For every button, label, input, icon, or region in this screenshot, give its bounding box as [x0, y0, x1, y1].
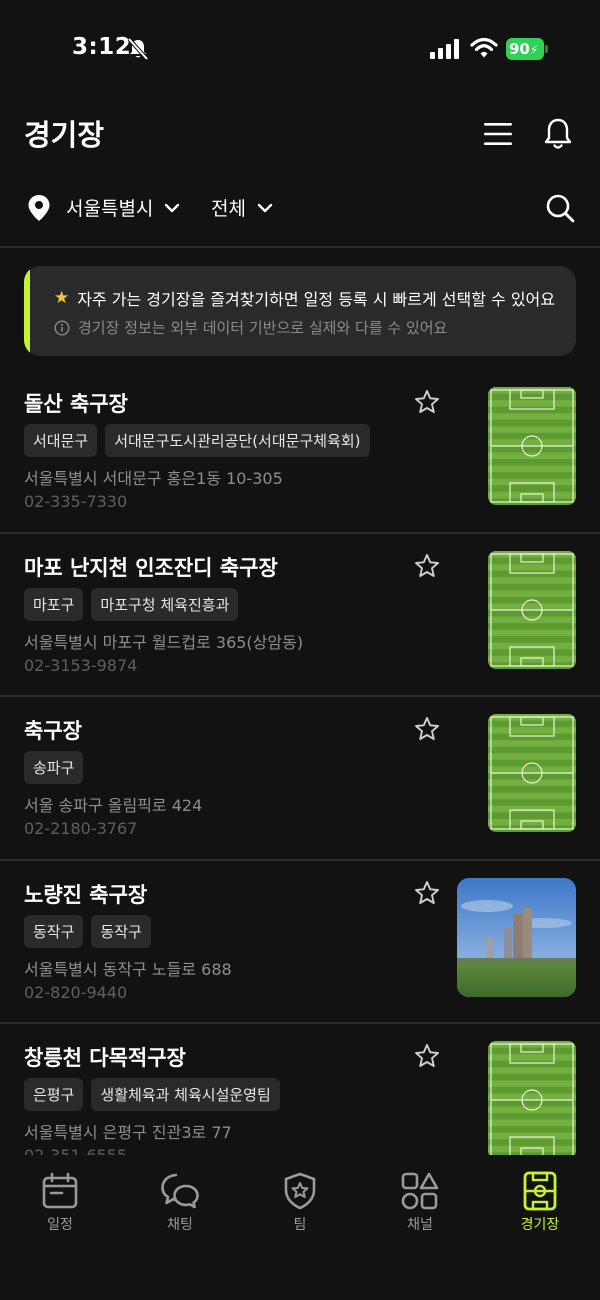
venue-tags: 송파구 — [24, 751, 84, 784]
venue-phone: 02-820-9440 — [24, 982, 128, 1002]
venue-tags: 서대문구 서대문구도시관리공단(서대문구체육회) — [24, 424, 370, 457]
nav-label: 일정 — [47, 1217, 73, 1233]
favorite-star-icon[interactable] — [414, 389, 440, 415]
chevron-down-icon — [165, 203, 180, 212]
venue-card[interactable]: 축구장 송파구 서울 송파구 올림픽로 424 02-2180-3767 — [0, 697, 600, 861]
venue-phone: 02-3153-9874 — [24, 655, 138, 675]
chevron-down-icon — [257, 203, 273, 212]
venue-card[interactable]: 마포 난지천 인조잔디 축구장 마포구 마포구청 체육진흥과 서울특별시 마포구 … — [0, 534, 600, 697]
bell-off-icon — [128, 38, 148, 60]
venue-phone: 02-2180-3767 — [24, 819, 138, 838]
menu-icon[interactable] — [482, 120, 514, 148]
battery-level: 90 — [509, 40, 530, 58]
tip-disclaimer: 경기장 정보는 외부 데이터 기반으로 실제와 다를 수 있어요 — [78, 319, 448, 337]
field-diagram-image — [488, 714, 576, 832]
district-dropdown[interactable]: 전체 — [211, 194, 274, 221]
nav-label: 채팅 — [167, 1217, 193, 1233]
district-label: 전체 — [211, 198, 246, 220]
search-icon[interactable] — [544, 192, 576, 224]
nav-item-team[interactable]: 팀 — [240, 1171, 360, 1234]
venue-name: 돌산 축구장 — [24, 392, 128, 416]
venue-card[interactable]: 돌산 축구장 서대문구 서대문구도시관리공단(서대문구체육회) 서울특별시 서대문… — [0, 370, 600, 534]
venue-address: 서울특별시 동작구 노들로 688 — [24, 959, 232, 979]
venue-tag: 송파구 — [24, 751, 84, 784]
region-dropdown[interactable]: 서울특별시 — [66, 194, 181, 221]
status-time: 3:12 — [72, 34, 132, 60]
venue-card[interactable]: 노량진 축구장 동작구 동작구 서울특별시 동작구 노들로 688 02-820-… — [0, 861, 600, 1024]
nav-item-schedule[interactable]: 일정 — [0, 1171, 120, 1234]
nav-item-stadium[interactable]: 경기장 — [480, 1171, 600, 1234]
battery-icon: 90⚡ — [506, 38, 548, 60]
venue-tag: 서대문구 — [24, 424, 98, 457]
filter-row: 서울특별시 전체 — [0, 188, 600, 228]
venue-tag: 동작구 — [91, 914, 151, 948]
team-badge-icon — [284, 1172, 316, 1210]
venue-name: 마포 난지천 인조잔디 축구장 — [24, 555, 278, 580]
venue-tag: 동작구 — [24, 914, 84, 948]
field-diagram-image — [488, 1041, 576, 1155]
venue-tags: 은평구 생활체육과 체육시설운영팀 — [24, 1078, 280, 1111]
tip-text: 자주 가는 경기장을 즐겨찾기하면 일정 등록 시 빠르게 선택할 수 있어요 — [77, 290, 555, 309]
venue-tag: 마포구청 체육진흥과 — [91, 587, 239, 621]
favorite-star-icon[interactable] — [414, 1043, 440, 1069]
info-icon — [54, 319, 70, 336]
header-divider — [0, 246, 600, 248]
venue-phone: 02-335-7330 — [24, 492, 128, 511]
venue-name: 노량진 축구장 — [24, 882, 148, 907]
signal-icon — [430, 39, 459, 59]
nav-label: 팀 — [293, 1217, 307, 1233]
nav-label: 채널 — [407, 1217, 433, 1233]
favorite-star-icon[interactable] — [414, 716, 440, 742]
tip-accent-bar — [24, 266, 30, 356]
star-emoji-icon: ★ — [54, 288, 70, 308]
venue-tag: 생활체육과 체육시설운영팀 — [91, 1078, 280, 1111]
favorite-star-icon[interactable] — [414, 880, 440, 906]
venue-address: 서울특별시 서대문구 홍은1동 10-305 — [24, 469, 283, 488]
nav-item-chat[interactable]: 채팅 — [120, 1171, 240, 1234]
chat-icon — [161, 1173, 199, 1209]
venue-address: 서울 송파구 올림픽로 424 — [24, 796, 203, 815]
venue-tag: 마포구 — [24, 587, 84, 621]
favorite-tip-banner: ★ 자주 가는 경기장을 즐겨찾기하면 일정 등록 시 빠르게 선택할 수 있어… — [24, 266, 576, 356]
nav-item-channel[interactable]: 채널 — [360, 1171, 480, 1234]
venue-address: 서울특별시 은평구 진관3로 77 — [24, 1123, 232, 1142]
venue-tags: 마포구 마포구청 체육진흥과 — [24, 587, 239, 621]
nav-label: 경기장 — [520, 1217, 560, 1233]
bottom-nav: 일정 채팅 팀 채널 경기장 — [0, 1155, 600, 1300]
calendar-icon — [42, 1172, 78, 1209]
location-pin-icon — [28, 195, 50, 221]
stadium-icon — [523, 1171, 557, 1211]
venue-tag: 서대문구도시관리공단(서대문구체육회) — [105, 424, 370, 457]
venue-card[interactable]: 창릉천 다목적구장 은평구 생활체육과 체육시설운영팀 서울특별시 은평구 진관3… — [0, 1024, 600, 1155]
field-diagram-image — [488, 387, 576, 505]
region-label: 서울특별시 — [66, 198, 154, 220]
field-diagram-image — [488, 550, 576, 669]
venue-tags: 동작구 동작구 — [24, 914, 151, 948]
page-title: 경기장 — [24, 118, 105, 152]
venue-photo — [457, 877, 576, 997]
venue-address: 서울특별시 마포구 월드컵로 365(상암동) — [24, 632, 304, 652]
venue-list[interactable]: 돌산 축구장 서대문구 서대문구도시관리공단(서대문구체육회) 서울특별시 서대문… — [0, 370, 600, 1155]
wifi-icon — [470, 37, 498, 58]
notification-bell-icon[interactable] — [542, 116, 574, 152]
status-bar: 3:12 90⚡ — [0, 0, 600, 96]
shapes-icon — [401, 1172, 439, 1210]
favorite-star-icon[interactable] — [414, 553, 440, 579]
venue-tag: 은평구 — [24, 1078, 84, 1111]
venue-name: 창릉천 다목적구장 — [24, 1046, 186, 1070]
venue-name: 축구장 — [24, 719, 82, 743]
venue-phone: 02-351-6555 — [24, 1146, 127, 1155]
